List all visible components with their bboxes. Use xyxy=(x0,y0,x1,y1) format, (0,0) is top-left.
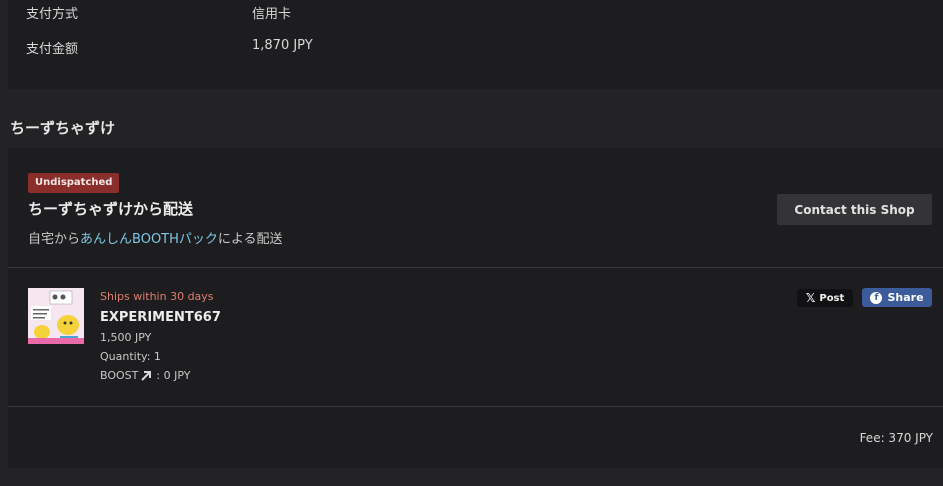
x-post-button[interactable]: 𝕏 Post xyxy=(797,289,853,307)
shipping-fee: Fee: 370 JPY xyxy=(859,431,933,445)
shipping-method-suffix: による配送 xyxy=(217,232,283,247)
product-thumbnail[interactable] xyxy=(28,288,84,344)
x-post-label: Post xyxy=(819,292,845,304)
facebook-share-label: Share xyxy=(887,291,924,304)
product-thumbnail-image xyxy=(28,288,84,344)
payment-amount-label: 支付金额 xyxy=(26,42,79,57)
shipping-method: 自宅からあんしんBOOTHパックによる配送 xyxy=(28,228,283,247)
facebook-share-button[interactable]: f Share xyxy=(862,288,932,307)
item-boost: BOOST : 0 JPY xyxy=(100,369,190,382)
boost-label: BOOST xyxy=(100,369,139,382)
order-panel: Undispatched ちーずちゃずけから配送 自宅からあんしんBOOTHパッ… xyxy=(8,148,943,468)
divider xyxy=(8,406,943,407)
status-badge: Undispatched xyxy=(28,173,120,193)
payment-method-label: 支付方式 xyxy=(26,7,79,22)
ships-within-label: Ships within 30 days xyxy=(100,290,214,303)
shipping-method-prefix: 自宅から xyxy=(28,232,81,247)
payment-amount-value: 1,870 JPY xyxy=(252,38,313,53)
shop-name-heading[interactable]: ちーずちゃずけ xyxy=(10,117,115,138)
contact-shop-button[interactable]: Contact this Shop xyxy=(777,194,932,225)
ship-from-title: ちーずちゃずけから配送 xyxy=(28,200,194,218)
payment-panel xyxy=(8,0,943,89)
item-quantity: Quantity: 1 xyxy=(100,350,161,363)
facebook-logo-icon: f xyxy=(870,291,883,304)
boost-value: : 0 JPY xyxy=(156,369,191,382)
item-title[interactable]: EXPERIMENT667 xyxy=(100,310,221,325)
boost-arrow-icon xyxy=(141,370,152,381)
anshin-booth-pack-link[interactable]: あんしんBOOTHパック xyxy=(80,232,218,247)
item-price: 1,500 JPY xyxy=(100,331,152,344)
x-logo-icon: 𝕏 xyxy=(805,291,816,305)
payment-method-value: 信用卡 xyxy=(252,7,292,22)
divider xyxy=(8,267,943,268)
